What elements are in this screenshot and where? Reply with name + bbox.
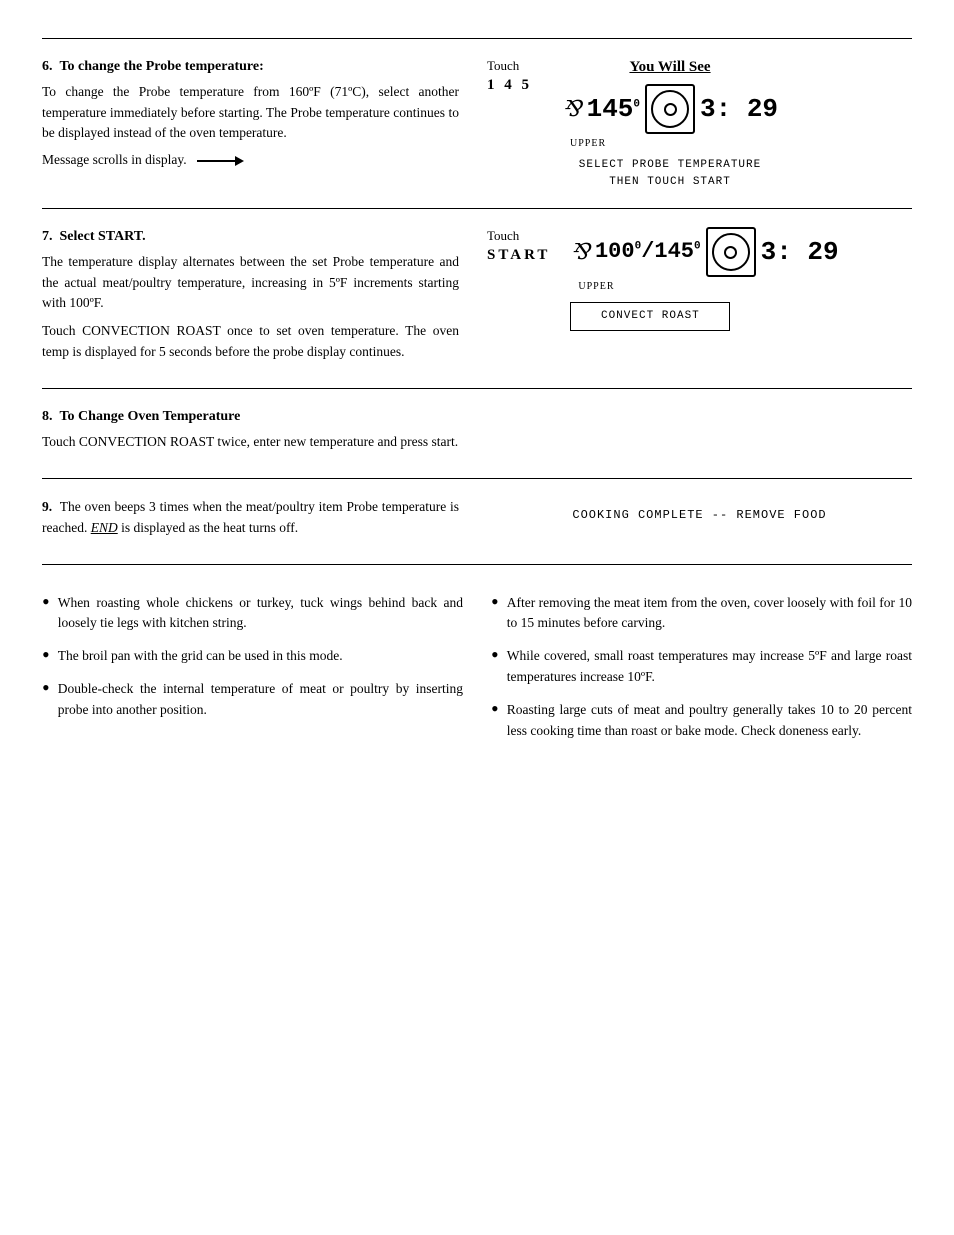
knob-box-6 <box>645 84 695 134</box>
message-scrolls-row: Message scrolls in display. <box>42 151 459 170</box>
tip-left-1-text: When roasting whole chickens or turkey, … <box>58 593 463 635</box>
section-8-left: 8. To Change Oven Temperature Touch CONV… <box>42 407 477 460</box>
caption-6: SELECT PROBE TEMPERATURETHEN TOUCH START <box>562 157 778 190</box>
step-8-head: 8. To Change Oven Temperature <box>42 407 459 427</box>
touch-label-6: Touch <box>487 57 532 75</box>
time-6: 3: 29 <box>700 91 778 127</box>
tip-right-3: • Roasting large cuts of meat and poultr… <box>491 700 912 742</box>
display-panel-7: ⅋ 1000/1450 3: 29 <box>570 227 838 277</box>
step-7-body-2: Touch CONVECTION ROAST once to set oven … <box>42 321 459 363</box>
tip-left-1: • When roasting whole chickens or turkey… <box>42 593 463 635</box>
section-6-left: 6. To change the Probe temperature: To c… <box>42 57 477 190</box>
temp-100-145: 1000/1450 <box>595 237 701 268</box>
arrow-right-icon <box>197 156 244 166</box>
knob-circle-7 <box>712 233 750 271</box>
upper-label-7: UPPER <box>578 280 838 294</box>
bullet-6: • <box>491 698 499 720</box>
bullet-1: • <box>42 591 50 613</box>
tips-left-col: • When roasting whole chickens or turkey… <box>42 593 463 755</box>
touch-value-7: START <box>487 245 550 266</box>
section-9-right: COOKING COMPLETE -- REMOVE FOOD <box>477 497 912 546</box>
touch-instruction-7: Touch START <box>487 227 550 266</box>
step-7-num: 7. <box>42 229 53 244</box>
tip-left-2-text: The broil pan with the grid can be used … <box>58 646 343 667</box>
bullet-2: • <box>42 644 50 666</box>
temp-145: 1450 <box>587 91 640 127</box>
cooking-complete-text: COOKING COMPLETE -- REMOVE FOOD <box>487 507 912 524</box>
section-7: 7. Select START. The temperature display… <box>42 217 912 380</box>
display-panel-6: ⅋ 1450 3: 29 <box>562 84 778 134</box>
time-7: 3: 29 <box>761 234 839 270</box>
probe-icon-7: ⅋ <box>570 237 590 268</box>
tip-left-3-text: Double-check the internal temperature of… <box>58 679 463 721</box>
arrow-shaft <box>197 160 235 162</box>
section-9-left: 9. The oven beeps 3 times when the meat/… <box>42 497 477 546</box>
tips-columns: • When roasting whole chickens or turkey… <box>42 593 912 755</box>
tip-right-3-text: Roasting large cuts of meat and poultry … <box>507 700 912 742</box>
step-7-title: Select START. <box>60 229 146 244</box>
step-7-head: 7. Select START. <box>42 227 459 247</box>
knob-inner-6 <box>664 103 677 116</box>
section-8-right <box>477 407 912 460</box>
bullet-3: • <box>42 677 50 699</box>
touch-label-7: Touch <box>487 227 550 245</box>
knob-circle-6 <box>651 90 689 128</box>
bullet-5: • <box>491 644 499 666</box>
end-text: END <box>91 520 118 535</box>
divider-tips-top <box>42 564 912 565</box>
divider-8 <box>42 388 912 389</box>
arrow-head <box>235 156 244 166</box>
step-9-num: 9. <box>42 499 52 514</box>
section-7-left: 7. Select START. The temperature display… <box>42 227 477 370</box>
step-9-body: 9. The oven beeps 3 times when the meat/… <box>42 497 459 539</box>
step-6-head: 6. To change the Probe temperature: <box>42 57 459 77</box>
convect-label: CONVECT ROAST <box>571 303 729 330</box>
section-7-right: Touch START ⅋ 1000/1450 3: 29 UPPER CONV <box>477 227 912 370</box>
divider-top <box>42 38 912 39</box>
touch-value-6: 1 4 5 <box>487 75 532 96</box>
tip-right-2-text: While covered, small roast temperatures … <box>507 646 912 688</box>
touch-instruction-6: Touch 1 4 5 <box>487 57 532 96</box>
tip-right-2: • While covered, small roast temperature… <box>491 646 912 688</box>
tip-left-3: • Double-check the internal temperature … <box>42 679 463 721</box>
tip-left-2: • The broil pan with the grid can be use… <box>42 646 463 667</box>
step-8-body: Touch CONVECTION ROAST twice, enter new … <box>42 432 459 453</box>
probe-icon-6: ⅋ <box>562 94 582 125</box>
section-9: 9. The oven beeps 3 times when the meat/… <box>42 487 912 556</box>
step-8-title: To Change Oven Temperature <box>60 409 241 424</box>
step-7-body-1: The temperature display alternates betwe… <box>42 252 459 315</box>
knob-inner-7 <box>724 246 737 259</box>
bullet-4: • <box>491 591 499 613</box>
section-8: 8. To Change Oven Temperature Touch CONV… <box>42 397 912 470</box>
you-will-see-label: You Will See <box>562 57 778 78</box>
divider-9 <box>42 478 912 479</box>
step-8-num: 8. <box>42 409 53 424</box>
step-6-body: To change the Probe temperature from 160… <box>42 82 459 145</box>
section-6: 6. To change the Probe temperature: To c… <box>42 47 912 200</box>
tips-section: • When roasting whole chickens or turkey… <box>42 593 912 755</box>
tip-right-1: • After removing the meat item from the … <box>491 593 912 635</box>
message-scrolls-text: Message scrolls in display. <box>42 151 187 170</box>
tip-right-1-text: After removing the meat item from the ov… <box>507 593 912 635</box>
display-area-7: ⅋ 1000/1450 3: 29 UPPER CONVECT ROAST <box>570 227 838 331</box>
convect-box: CONVECT ROAST <box>570 302 730 331</box>
display-area-6: You Will See ⅋ 1450 3: 29 UPPER SELECT P… <box>562 57 778 190</box>
tips-right-col: • After removing the meat item from the … <box>491 593 912 755</box>
upper-label-6: UPPER <box>570 137 778 151</box>
step-6-num: 6. <box>42 59 53 74</box>
divider-7 <box>42 208 912 209</box>
step-6-title: To change the Probe temperature: <box>60 59 264 74</box>
knob-box-7 <box>706 227 756 277</box>
section-6-right: Touch 1 4 5 You Will See ⅋ 1450 3: 29 UP… <box>477 57 912 190</box>
